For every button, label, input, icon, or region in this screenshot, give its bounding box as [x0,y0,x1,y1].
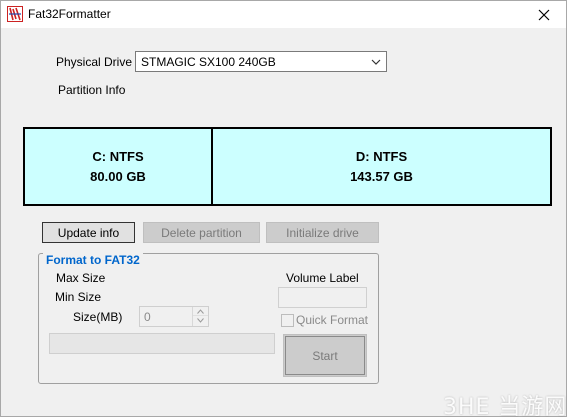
volume-label-label: Volume Label [286,271,359,285]
format-group-title: Format to FAT32 [43,253,143,267]
partition-c-size: 80.00 GB [90,168,146,184]
start-button[interactable]: Start [283,334,367,377]
physical-drive-label: Physical Drive [56,55,133,69]
partition-c[interactable]: C: NTFS 80.00 GB [25,129,213,204]
partition-c-name: C: NTFS [92,148,144,164]
size-spinner [192,307,208,326]
format-progress-bar [49,333,275,354]
size-mb-stepper[interactable]: 0 [139,306,209,327]
spin-down-button[interactable] [193,316,208,325]
volume-label-input[interactable] [278,287,367,308]
watermark-logo: 3HE 当游网 [443,395,567,417]
initialize-drive-button[interactable]: Initialize drive [266,222,379,243]
window-title: Fat32Formatter [28,7,111,21]
partition-d-name: D: NTFS [355,148,408,164]
spin-up-button[interactable] [193,307,208,316]
max-size-label: Max Size [56,271,106,285]
fat32formatter-window: Fat32Formatter Physical Drive STMAGIC SX… [0,0,567,417]
size-mb-label: Size(MB) [73,310,123,324]
quick-format-label: Quick Format [296,313,369,327]
size-mb-value: 0 [144,310,151,324]
physical-drive-select[interactable]: STMAGIC SX100 240GB [135,51,387,72]
chevron-down-icon [371,59,381,65]
close-icon [538,9,550,20]
chevron-down-icon [197,318,204,323]
partition-info-label: Partition Info [58,83,126,97]
delete-partition-button[interactable]: Delete partition [143,222,260,243]
chevron-up-icon [197,308,204,314]
partition-d-size: 143.57 GB [350,168,413,184]
physical-drive-value: STMAGIC SX100 240GB [141,55,276,69]
title-bar[interactable]: Fat32Formatter [1,1,566,28]
partition-d[interactable]: D: NTFS 143.57 GB [213,129,550,204]
min-size-label: Min Size [55,290,102,304]
quick-format-checkbox[interactable] [281,314,294,327]
close-button[interactable] [522,1,566,28]
fat32formatter-app-icon [7,6,23,22]
update-info-button[interactable]: Update info [42,222,135,243]
partition-map: C: NTFS 80.00 GB D: NTFS 143.57 GB [23,127,552,206]
